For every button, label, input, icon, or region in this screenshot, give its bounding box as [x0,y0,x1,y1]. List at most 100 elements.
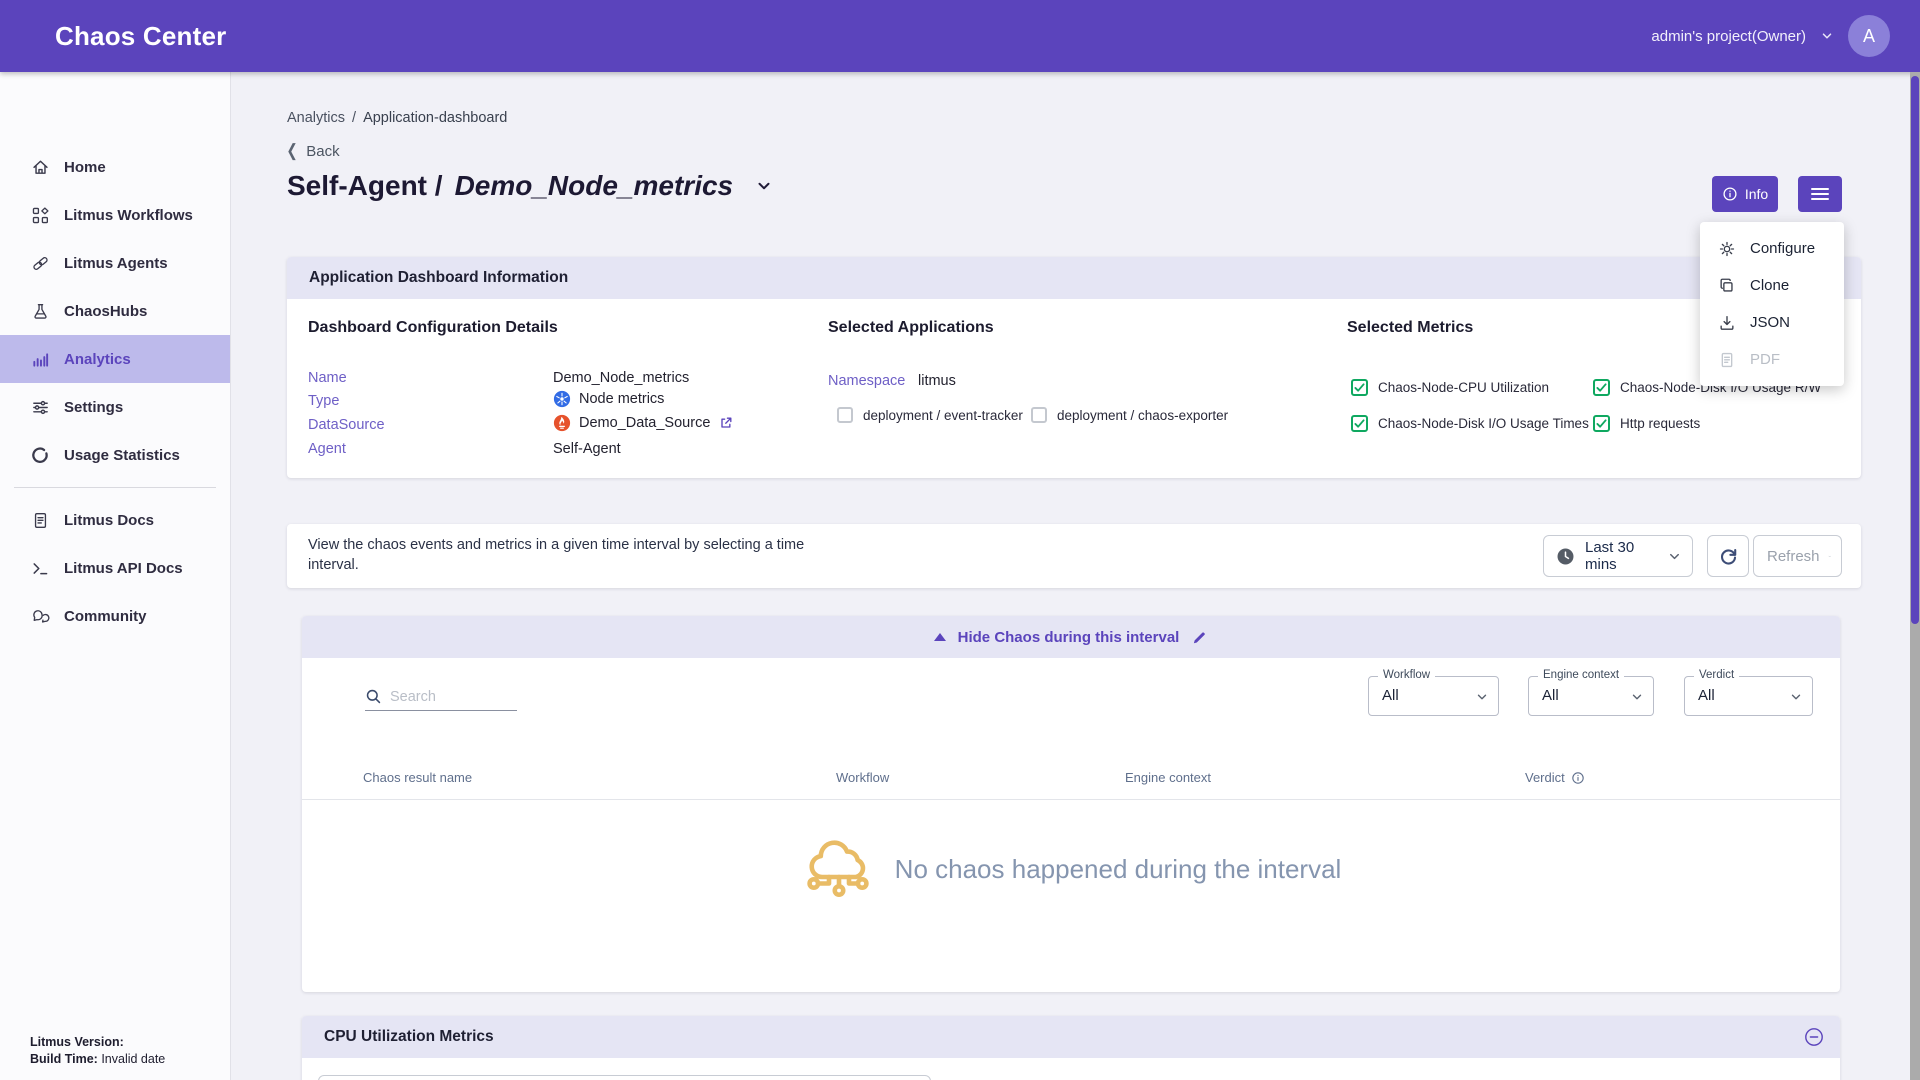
column-verdict-label: Verdict [1525,770,1565,785]
workflow-filter-select[interactable]: Workflow All [1368,676,1499,716]
prometheus-icon [553,414,571,432]
chevron-down-icon [1789,690,1803,704]
sidebar-item-litmus-docs[interactable]: Litmus Docs [0,496,230,544]
checkbox-checked[interactable] [1593,379,1610,396]
hide-chaos-toggle[interactable]: Hide Chaos during this interval [302,616,1840,658]
datasource-value: Demo_Data_Source [579,415,710,431]
sidebar-item-label: Home [64,159,106,176]
column-workflow: Workflow [836,770,889,785]
sidebar-item-litmus-agents[interactable]: Litmus Agents [0,239,230,287]
sidebar-item-litmus-api-docs[interactable]: Litmus API Docs [0,544,230,592]
workflow-filter-label: Workflow [1378,669,1435,681]
type-label: Type [308,393,339,409]
verdict-filter-select[interactable]: Verdict All [1684,676,1813,716]
breadcrumb-application-dashboard[interactable]: Application-dashboard [363,110,507,126]
app-header: Chaos Center admin's project(Owner) A [0,0,1920,72]
sidebar-item-settings[interactable]: Settings [0,383,230,431]
clone-icon [1718,277,1736,295]
checkbox-checked[interactable] [1593,415,1610,432]
document-icon [30,510,50,530]
info-button-label: Info [1745,186,1768,202]
breadcrumb-analytics[interactable]: Analytics [287,110,345,126]
settings-icon [30,397,50,417]
workflows-icon [30,205,50,225]
build-time-value: Invalid date [101,1052,165,1066]
metric-option-label: Chaos-Node-Disk I/O Usage Times [1378,416,1589,431]
breadcrumb: Analytics / Application-dashboard [287,110,507,126]
search-input[interactable] [390,689,500,705]
analytics-icon [30,349,50,369]
sidebar-item-home[interactable]: Home [0,143,230,191]
menu-item-json[interactable]: JSON [1700,304,1844,341]
sidebar-item-chaoshubs[interactable]: ChaosHubs [0,287,230,335]
empty-state: No chaos happened during the interval [302,831,1840,907]
download-icon [1718,314,1736,332]
sidebar-item-litmus-workflows[interactable]: Litmus Workflows [0,191,230,239]
refresh-rate-value: Refresh [1767,548,1820,565]
sidebar: Home Litmus Workflows Litmus Agents Chao… [0,72,231,1080]
sidebar-nav: Home Litmus Workflows Litmus Agents Chao… [0,143,230,640]
info-circle-icon[interactable] [1571,771,1585,785]
usage-statistics-icon [30,445,50,465]
engine-context-filter-label: Engine context [1538,669,1624,681]
back-button[interactable]: ❮ Back [285,141,340,161]
sidebar-item-label: Litmus Agents [64,255,168,272]
sidebar-item-label: Usage Statistics [64,447,180,464]
sidebar-item-usage-statistics[interactable]: Usage Statistics [0,431,230,479]
avatar[interactable]: A [1848,15,1890,57]
agent-value: Self-Agent [553,441,621,457]
hamburger-icon [1811,187,1829,201]
configuration-details-title: Dashboard Configuration Details [308,319,558,337]
sidebar-item-community[interactable]: Community [0,592,230,640]
metric-option-label: Http requests [1620,416,1700,431]
sidebar-item-label: Analytics [64,351,131,368]
column-chaos-result-name: Chaos result name [363,770,472,785]
application-option-label: deployment / event-tracker [863,408,1023,423]
collapse-minus-icon[interactable] [1804,1027,1824,1047]
column-verdict: Verdict [1525,770,1585,785]
column-engine-context: Engine context [1125,770,1211,785]
checkbox-unchecked[interactable] [1031,407,1047,423]
check-icon [1596,418,1607,429]
litmus-version-label: Litmus Version: [30,1035,124,1049]
dashboard-switcher-chevron-icon[interactable] [755,177,773,195]
home-icon [30,157,50,177]
sidebar-item-analytics[interactable]: Analytics [0,335,230,383]
checkbox-checked[interactable] [1351,415,1368,432]
metric-option-label: Chaos-Node-CPU Utilization [1378,380,1549,395]
project-selector-label[interactable]: admin's project(Owner) [1651,28,1806,45]
menu-item-clone[interactable]: Clone [1700,267,1844,304]
cpu-metrics-title: CPU Utilization Metrics [324,1028,494,1046]
sidebar-item-label: Litmus Docs [64,512,154,529]
more-options-button[interactable] [1798,176,1842,212]
chevron-left-icon: ❮ [286,141,297,161]
pencil-icon[interactable] [1191,629,1208,646]
chevron-down-icon [1630,690,1644,704]
table-header-row: Chaos result name Workflow Engine contex… [302,770,1840,800]
cpu-metrics-control-stub[interactable] [318,1075,931,1080]
type-value-row: Node metrics [553,390,664,408]
engine-context-filter-select[interactable]: Engine context All [1528,676,1654,716]
page-scrollbar[interactable] [1910,72,1920,1080]
refresh-rate-select[interactable]: Refresh [1753,535,1842,577]
scrollbar-thumb[interactable] [1911,76,1919,624]
menu-item-pdf[interactable]: PDF [1700,341,1844,378]
external-link-icon[interactable] [718,415,734,431]
menu-item-configure[interactable]: Configure [1700,230,1844,267]
community-icon [30,606,50,626]
dashboard-info-card: Application Dashboard Information Dashbo… [287,257,1861,478]
interval-description: View the chaos events and metrics in a g… [308,535,848,575]
checkbox-unchecked[interactable] [837,407,853,423]
application-option: deployment / event-tracker [837,407,1023,423]
sidebar-item-label: Community [64,608,147,625]
agent-name: Self-Agent / [287,170,443,202]
selected-metrics-title: Selected Metrics [1347,319,1473,337]
refresh-button[interactable] [1707,535,1749,577]
time-range-select[interactable]: Last 30 mins [1543,535,1693,577]
chevron-down-icon[interactable] [1820,29,1834,43]
selected-applications-title: Selected Applications [828,319,994,337]
metric-option: Chaos-Node-CPU Utilization [1351,379,1549,396]
check-icon [1354,382,1365,393]
info-button[interactable]: Info [1712,176,1778,212]
checkbox-checked[interactable] [1351,379,1368,396]
